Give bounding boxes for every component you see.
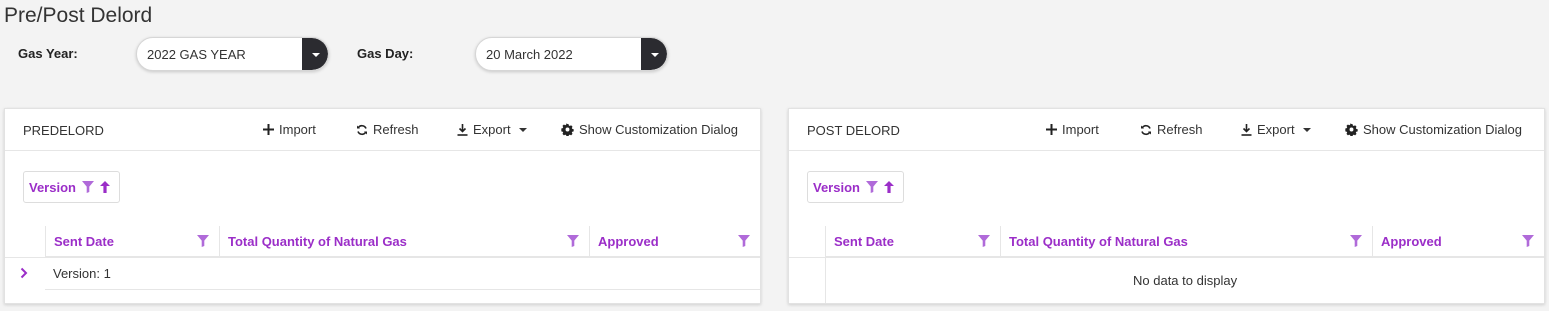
postdelord-body-left-border — [825, 257, 826, 303]
postdelord-export-button[interactable]: Export — [1241, 122, 1311, 137]
postdelord-header-divider — [789, 257, 1544, 258]
customize-label: Show Customization Dialog — [1363, 122, 1522, 137]
predelord-col-approved[interactable]: Approved — [589, 226, 760, 257]
postdelord-header: POST DELORD Import Refresh Export Show C… — [789, 109, 1544, 151]
group-row-version[interactable]: Version: 1 — [53, 266, 111, 281]
col-label: Approved — [598, 234, 659, 249]
chevron-down-icon — [518, 127, 527, 132]
page-title: Pre/Post Delord — [4, 4, 153, 27]
download-icon — [457, 123, 468, 136]
predelord-header: PREDELORD Import Refresh Export Show Cus… — [5, 109, 760, 151]
filter-icon[interactable] — [567, 235, 579, 247]
gear-icon — [561, 123, 574, 136]
postdelord-refresh-button[interactable]: Refresh — [1140, 122, 1203, 137]
gear-icon — [1345, 123, 1358, 136]
plus-icon — [1046, 124, 1057, 135]
postdelord-title: POST DELORD — [807, 123, 900, 138]
col-label: Total Quantity of Natural Gas — [1009, 234, 1188, 249]
col-label: Sent Date — [54, 234, 114, 249]
postdelord-customize-button[interactable]: Show Customization Dialog — [1345, 122, 1522, 137]
col-label: Total Quantity of Natural Gas — [228, 234, 407, 249]
postdelord-col-sent-date[interactable]: Sent Date — [825, 226, 1000, 257]
refresh-label: Refresh — [373, 122, 419, 137]
predelord-import-button[interactable]: Import — [263, 122, 316, 137]
gas-day-dropdown-button[interactable] — [641, 38, 667, 70]
refresh-icon — [1141, 124, 1151, 135]
predelord-col-total-quantity[interactable]: Total Quantity of Natural Gas — [219, 226, 589, 257]
predelord-title: PREDELORD — [23, 123, 104, 138]
col-label: Sent Date — [834, 234, 894, 249]
filter-icon[interactable] — [978, 235, 990, 247]
predelord-refresh-button[interactable]: Refresh — [356, 122, 419, 137]
group-by-label: Version — [29, 179, 76, 195]
gas-year-label: Gas Year: — [18, 46, 78, 61]
filter-icon[interactable] — [81, 181, 94, 193]
import-label: Import — [1062, 122, 1099, 137]
filter-icon[interactable] — [865, 181, 878, 193]
filter-icon[interactable] — [738, 235, 750, 247]
predelord-panel: PREDELORD Import Refresh Export Show Cus… — [4, 108, 761, 304]
postdelord-col-total-quantity[interactable]: Total Quantity of Natural Gas — [1000, 226, 1372, 257]
group-by-version-chip[interactable]: Version — [807, 171, 904, 203]
chevron-down-icon — [1302, 127, 1311, 132]
gas-day-label: Gas Day: — [357, 46, 414, 61]
no-data-message: No data to display — [1133, 273, 1238, 288]
chevron-right-icon[interactable] — [20, 267, 28, 279]
gas-year-select[interactable]: 2022 GAS YEAR — [136, 37, 329, 71]
group-by-version-chip[interactable]: Version — [23, 171, 120, 203]
predelord-export-button[interactable]: Export — [457, 122, 527, 137]
refresh-icon — [357, 124, 367, 135]
gas-day-value: 20 March 2022 — [486, 47, 573, 62]
postdelord-import-button[interactable]: Import — [1046, 122, 1099, 137]
filter-icon[interactable] — [197, 235, 209, 247]
gas-day-select[interactable]: 20 March 2022 — [475, 37, 668, 71]
predelord-customize-button[interactable]: Show Customization Dialog — [561, 122, 738, 137]
gas-year-value: 2022 GAS YEAR — [147, 47, 246, 62]
postdelord-col-approved[interactable]: Approved — [1372, 226, 1544, 257]
gas-year-dropdown-button[interactable] — [302, 38, 328, 70]
import-label: Import — [279, 122, 316, 137]
group-by-label: Version — [813, 179, 860, 195]
customize-label: Show Customization Dialog — [579, 122, 738, 137]
export-label: Export — [473, 122, 511, 137]
sort-ascending-icon[interactable] — [883, 181, 894, 193]
col-label: Approved — [1381, 234, 1442, 249]
predelord-header-divider — [5, 257, 760, 258]
plus-icon — [263, 124, 274, 135]
download-icon — [1241, 123, 1252, 136]
refresh-label: Refresh — [1157, 122, 1203, 137]
filter-icon[interactable] — [1350, 235, 1362, 247]
predelord-col-sent-date[interactable]: Sent Date — [45, 226, 219, 257]
export-label: Export — [1257, 122, 1295, 137]
filter-icon[interactable] — [1522, 235, 1534, 247]
sort-ascending-icon[interactable] — [99, 181, 110, 193]
predelord-row-divider — [45, 289, 760, 290]
